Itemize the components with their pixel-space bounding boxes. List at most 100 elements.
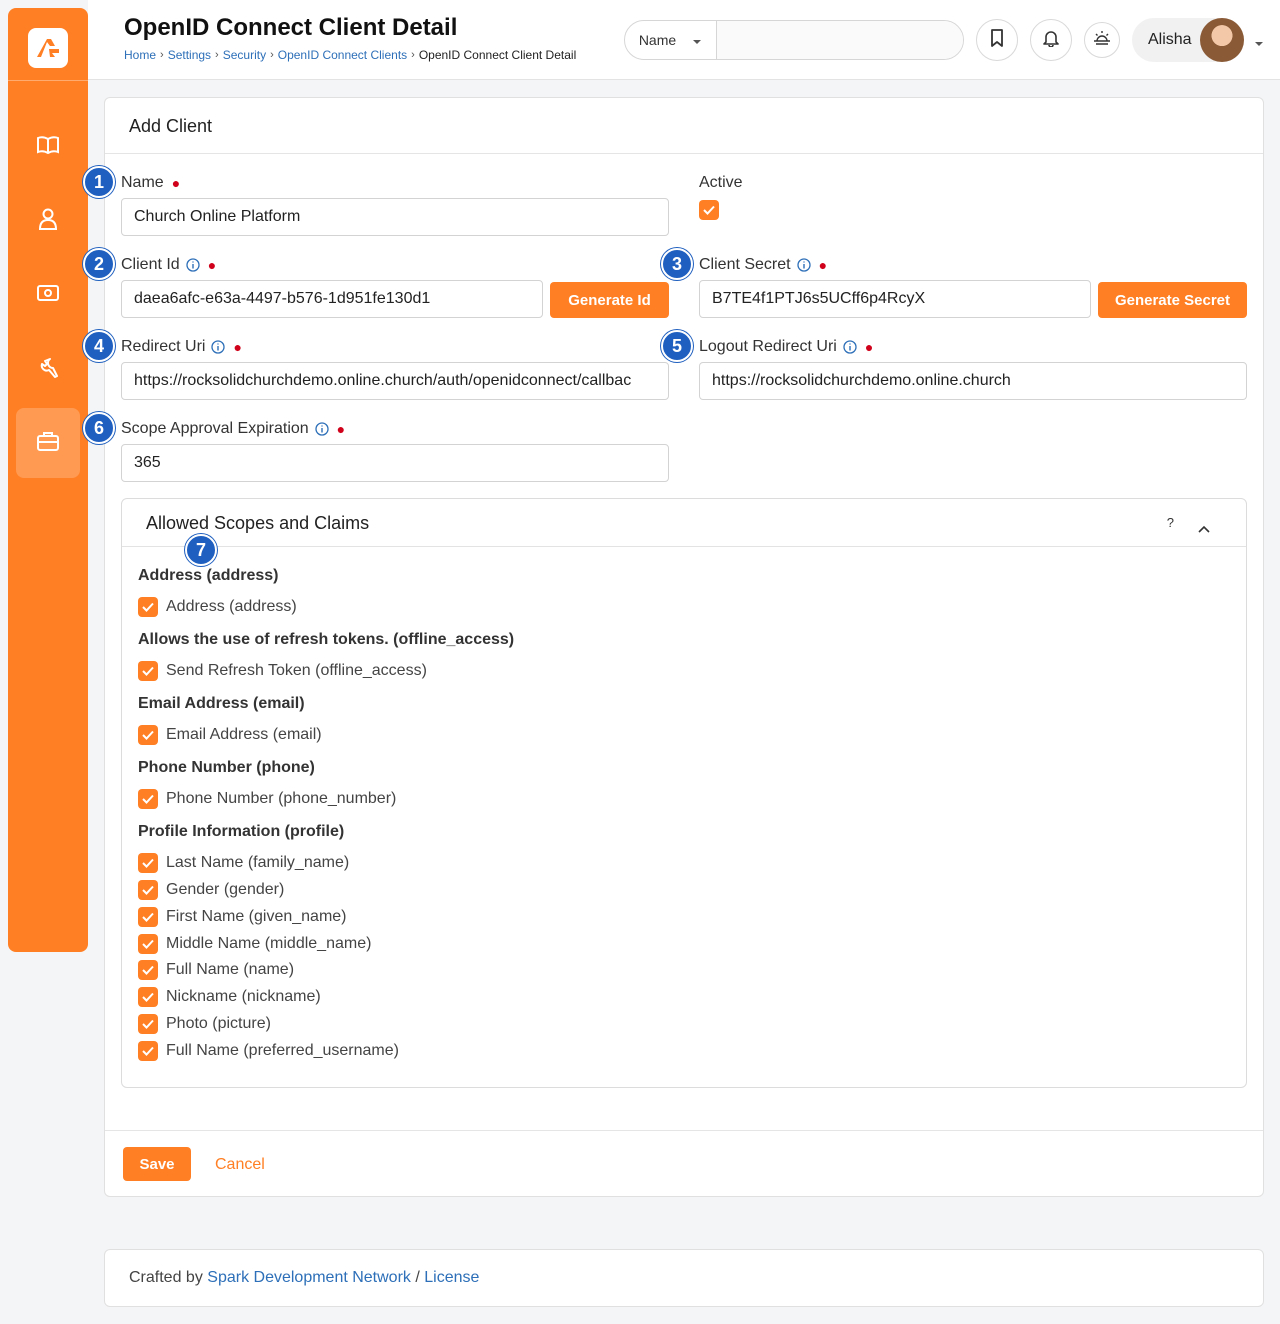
cancel-link[interactable]: Cancel [215,1156,265,1174]
checkbox-checked[interactable] [138,987,158,1007]
claim-checkbox-row[interactable]: Gender (gender) [138,880,284,900]
book-icon [37,135,59,159]
chevron-up-icon[interactable] [1198,517,1210,538]
breadcrumb-settings[interactable]: Settings [168,48,211,62]
claim-checkbox-row[interactable]: Full Name (preferred_username) [138,1041,399,1061]
claim-checkbox-row[interactable]: Send Refresh Token (offline_access) [138,661,427,681]
chevron-right-icon: › [160,49,164,61]
required-indicator: ● [864,339,874,355]
claim-label: Last Name (family_name) [166,854,350,871]
money-icon [37,284,59,306]
active-label: Active [699,174,743,191]
sidebar-item-admin[interactable] [16,408,80,478]
breadcrumb-security[interactable]: Security [223,48,266,62]
checkbox-checked[interactable] [138,661,158,681]
user-name: Alisha [1148,31,1192,48]
active-checkbox[interactable] [699,200,719,220]
checkbox-checked[interactable] [138,1041,158,1061]
user-menu[interactable]: Alisha [1132,18,1244,62]
claim-label: Middle Name (middle_name) [166,935,372,952]
callout-badge: 5 [661,330,693,362]
checkbox-checked[interactable] [138,934,158,954]
scope-group-title: Address (address) [138,567,279,584]
claim-label: Full Name (name) [166,961,295,978]
client-id-input[interactable]: daea6afc-e63a-4497-b576-1d951fe130d1 [121,280,543,318]
rock-logo[interactable] [28,28,68,68]
checkbox-checked[interactable] [138,907,158,927]
claim-checkbox-row[interactable]: Email Address (email) [138,725,322,745]
search-type-select[interactable]: Name [625,21,717,59]
name-input[interactable]: Church Online Platform [121,198,669,236]
checkbox-checked[interactable] [138,725,158,745]
sidebar [8,8,88,952]
checkbox-checked[interactable] [138,789,158,809]
redirect-uri-label-text: Redirect Uri [121,338,206,355]
page-footer: Crafted by Spark Development Network / L… [104,1249,1264,1307]
checkbox-checked[interactable] [138,880,158,900]
required-indicator: ● [171,175,181,191]
claim-label: Email Address (email) [166,726,322,743]
notifications-button[interactable] [1030,19,1072,61]
claim-checkbox-row[interactable]: Last Name (family_name) [138,853,349,873]
client-secret-input[interactable]: B7TE4f1PTJ6s5UCff6p4RcyX [699,280,1091,318]
claim-label: Full Name (preferred_username) [166,1042,399,1059]
claim-label: Nickname (nickname) [166,988,321,1005]
claim-checkbox-row[interactable]: Phone Number (phone_number) [138,789,396,809]
chevron-right-icon: › [270,49,274,61]
claim-label: Gender (gender) [166,881,285,898]
callout-badge: 1 [83,166,115,198]
claim-checkbox-row[interactable]: First Name (given_name) [138,907,347,927]
name-label: Name ● [121,174,180,192]
generate-secret-button[interactable]: Generate Secret [1098,282,1247,318]
claim-label: Address (address) [166,598,297,615]
sidebar-item-book[interactable] [16,112,80,182]
generate-id-button[interactable]: Generate Id [550,282,669,318]
footer-separator: / [415,1269,420,1286]
checkbox-checked[interactable] [138,597,158,617]
chevron-right-icon: › [411,49,415,61]
redirect-uri-input[interactable]: https://rocksolidchurchdemo.online.churc… [121,362,669,400]
client-id-label: Client Id ● [121,256,216,274]
card-title: Add Client [105,98,1263,154]
claim-checkbox-row[interactable]: Nickname (nickname) [138,987,321,1007]
info-icon[interactable] [186,258,200,272]
bookmark-button[interactable] [976,19,1018,61]
breadcrumb-openid-clients[interactable]: OpenID Connect Clients [278,48,407,62]
claim-checkbox-row[interactable]: Photo (picture) [138,1014,271,1034]
logout-redirect-uri-label-text: Logout Redirect Uri [699,338,837,355]
claim-label: First Name (given_name) [166,908,347,925]
name-label-text: Name [121,174,164,191]
chevron-right-icon: › [215,49,219,61]
claim-checkbox-row[interactable]: Middle Name (middle_name) [138,934,371,954]
info-icon[interactable] [796,258,811,272]
scope-expiration-input[interactable]: 365 [121,444,669,482]
claim-checkbox-row[interactable]: Full Name (name) [138,960,294,980]
sidebar-item-finance[interactable] [16,260,80,330]
search-input[interactable] [717,21,963,59]
theme-toggle-button[interactable] [1084,22,1120,58]
sidebar-item-people[interactable] [16,186,80,256]
client-id-label-text: Client Id [121,256,180,273]
callout-badge: 7 [185,534,217,566]
callout-badge: 2 [83,248,115,280]
footer-spark-link[interactable]: Spark Development Network [207,1269,411,1286]
checkbox-checked[interactable] [138,853,158,873]
checkbox-checked[interactable] [138,960,158,980]
save-button[interactable]: Save [123,1147,191,1181]
breadcrumb-home[interactable]: Home [124,48,156,62]
info-icon[interactable] [843,340,857,354]
footer-license-link[interactable]: License [424,1269,479,1286]
info-icon[interactable] [211,340,226,354]
scope-group-title: Allows the use of refresh tokens. (offli… [138,631,515,648]
logout-redirect-uri-input[interactable]: https://rocksolidchurchdemo.online.churc… [699,362,1247,400]
sidebar-item-tools[interactable] [16,334,80,404]
claim-checkbox-row[interactable]: Address (address) [138,597,297,617]
breadcrumb-current: OpenID Connect Client Detail [418,48,577,62]
checkbox-checked[interactable] [138,1014,158,1034]
help-button[interactable]: ? [1167,515,1174,530]
callout-badge: 4 [83,330,115,362]
caret-down-icon[interactable] [1254,34,1264,52]
scope-expiration-label: Scope Approval Expiration ● [121,420,345,438]
info-icon[interactable] [315,422,329,436]
allowed-scopes-panel: Allowed Scopes and Claims ? Address (add… [121,498,1247,1088]
